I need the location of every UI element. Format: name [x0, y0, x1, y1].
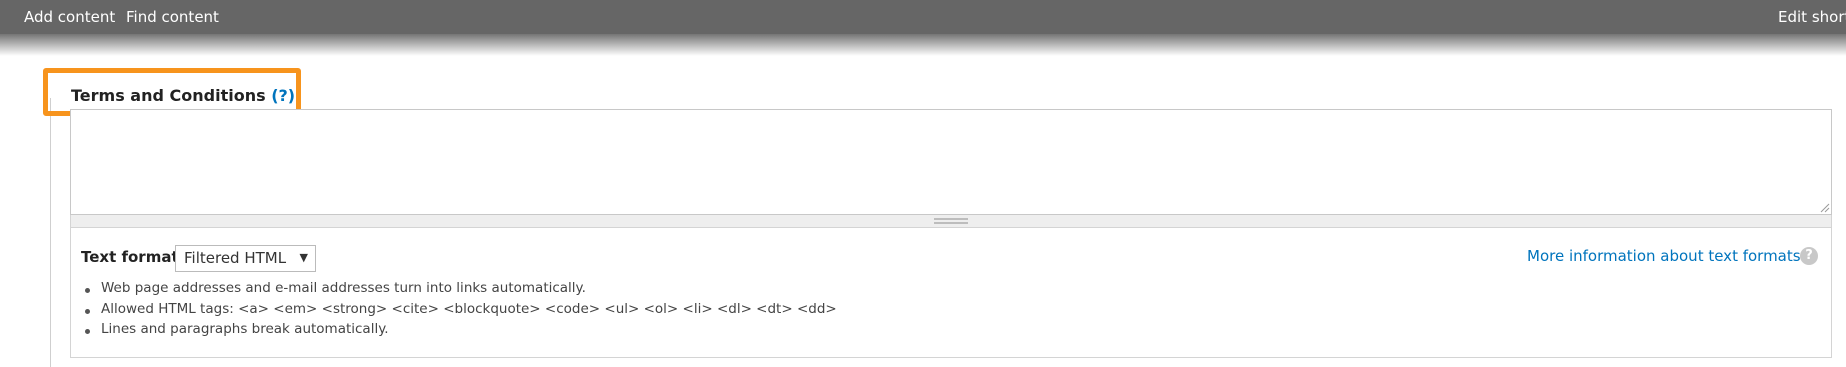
terms-textarea[interactable]	[70, 109, 1832, 215]
shortcut-find-content[interactable]: Find content	[126, 8, 219, 26]
form-left-border	[50, 98, 51, 367]
more-info-text-formats-link[interactable]: More information about text formats	[1527, 247, 1801, 265]
text-format-select[interactable]: Filtered HTML ▼	[175, 245, 316, 272]
text-format-label: Text format	[81, 248, 179, 266]
toolbar-shadow	[0, 34, 1846, 56]
tip-item: Lines and paragraphs break automatically…	[85, 321, 837, 342]
resize-corner-icon[interactable]	[1818, 201, 1830, 213]
text-format-selected: Filtered HTML	[184, 249, 287, 267]
question-mark-icon[interactable]: ?	[1800, 247, 1818, 265]
dropdown-arrow-icon: ▼	[299, 251, 308, 264]
tip-item: Web page addresses and e-mail addresses …	[85, 280, 837, 301]
field-help-link[interactable]: (?)	[271, 86, 295, 105]
terms-field-label: Terms and Conditions (?)	[71, 86, 295, 105]
edit-shortcuts-link[interactable]: Edit short	[1778, 8, 1846, 26]
grippie-handle-icon	[934, 218, 968, 224]
textarea-resize-grippie[interactable]	[70, 215, 1832, 228]
tip-item: Allowed HTML tags: <a> <em> <strong> <ci…	[85, 301, 837, 322]
text-format-tips: Web page addresses and e-mail addresses …	[85, 280, 837, 342]
terms-label-text: Terms and Conditions	[71, 86, 266, 105]
admin-toolbar: Add content Find content Edit short	[0, 0, 1846, 34]
shortcut-add-content[interactable]: Add content	[24, 8, 115, 26]
